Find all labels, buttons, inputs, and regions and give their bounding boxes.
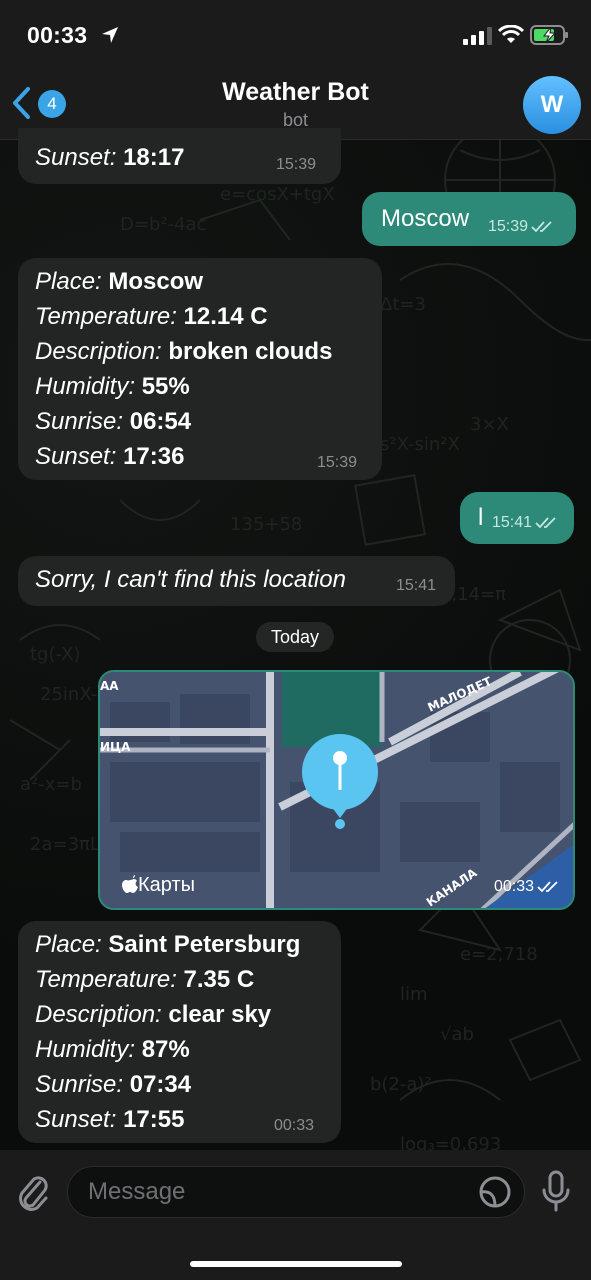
svg-text:e=cosX+tgX: e=cosX+tgX [220, 184, 335, 205]
message-line: Place: Moscow [35, 268, 204, 295]
read-checkmarks-icon [531, 221, 552, 233]
message-line: Temperature: 7.35 C [35, 966, 255, 993]
message-time: 15:39 [276, 156, 317, 173]
message-line: Temperature: 12.14 C [35, 303, 268, 330]
message-text: l [478, 504, 484, 531]
message-line: Sunset: 17:36 [35, 443, 185, 470]
message-text: Sorry, I can't find this location [35, 566, 346, 593]
svg-text:e=2,718: e=2,718 [460, 944, 538, 965]
location-map-message[interactable]: МАЛОДЕТ ИЦА КАНАЛА АА Карты 00:33 [98, 670, 575, 910]
chat-title[interactable]: Weather Bot [0, 78, 591, 107]
message-bubble-outgoing[interactable]: Moscow 15:39 [362, 192, 576, 246]
message-input[interactable] [88, 1167, 468, 1217]
wifi-icon [498, 25, 524, 43]
apple-logo-icon [122, 875, 138, 893]
attachment-paperclip-icon[interactable] [16, 1172, 50, 1212]
status-bar: 00:33 [0, 0, 591, 68]
svg-text:a²-x=b: a²-x=b [20, 774, 82, 795]
message-bubble-incoming[interactable]: Place: Moscow Temperature: 12.14 C Descr… [18, 258, 382, 480]
bot-avatar[interactable]: W [523, 76, 581, 134]
message-time: 00:33 [494, 878, 559, 896]
svg-text:tg(-X): tg(-X) [30, 644, 80, 665]
message-bubble-outgoing[interactable]: l 15:41 [460, 492, 574, 544]
message-line: Humidity: 55% [35, 373, 190, 400]
message-bubble-incoming[interactable]: Sunset: 18:17 15:39 [18, 128, 341, 184]
message-line: Description: clear sky [35, 1001, 272, 1028]
read-checkmarks-icon [535, 517, 556, 529]
svg-text:lim: lim [400, 984, 428, 1005]
home-indicator[interactable] [190, 1261, 402, 1267]
sticker-icon[interactable] [478, 1175, 512, 1209]
message-line: Place: Saint Petersburg [35, 931, 301, 958]
map-street-label: АА [100, 679, 119, 693]
svg-text:Δt=3: Δt=3 [380, 294, 426, 315]
read-checkmarks-icon [537, 881, 558, 893]
message-text: Moscow [381, 205, 470, 232]
svg-text:135+58: 135+58 [230, 514, 302, 535]
svg-text:b(2-a)²: b(2-a)² [370, 1074, 432, 1095]
date-separator: Today [256, 622, 334, 652]
message-bubble-incoming[interactable]: Place: Saint Petersburg Temperature: 7.3… [18, 921, 341, 1143]
svg-text:√ab: √ab [440, 1024, 474, 1045]
message-field[interactable] [67, 1166, 525, 1218]
message-line: Sunrise: 07:34 [35, 1071, 192, 1098]
message-time: 15:41 [492, 514, 557, 532]
status-time: 00:33 [27, 22, 88, 48]
microphone-icon[interactable] [540, 1170, 572, 1212]
maps-attribution: Карты [122, 874, 195, 897]
cellular-signal-icon [463, 27, 492, 45]
battery-charging-icon [530, 25, 568, 45]
message-line: Humidity: 87% [35, 1036, 190, 1063]
location-arrow-icon [102, 27, 118, 43]
message-time: 15:39 [488, 218, 553, 236]
svg-text:3×X: 3×X [470, 414, 509, 435]
message-time: 00:33 [274, 1117, 315, 1134]
message-line: Sunset: 17:55 [35, 1106, 185, 1133]
map-street-label: ИЦА [100, 740, 131, 754]
message-line: Description: broken clouds [35, 338, 333, 365]
svg-text:s²X-sin²X: s²X-sin²X [380, 434, 460, 455]
message-time: 15:39 [317, 454, 358, 471]
message-bubble-incoming[interactable]: Sorry, I can't find this location 15:41 [18, 556, 455, 606]
message-time: 15:41 [396, 577, 437, 594]
message-line: Sunrise: 06:54 [35, 408, 192, 435]
message-line: Sunset: 18:17 [35, 144, 185, 171]
svg-text:2a=3πL: 2a=3πL [30, 834, 100, 855]
svg-text:D=b²-4ac: D=b²-4ac [120, 214, 206, 235]
